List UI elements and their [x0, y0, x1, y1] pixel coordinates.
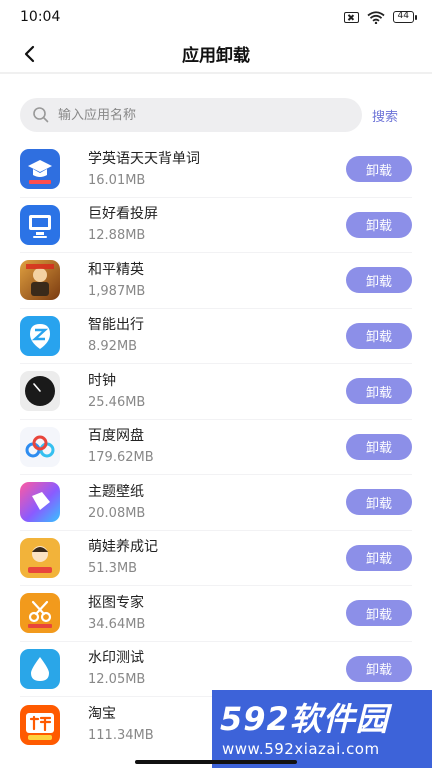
list-item: 时钟 25.46MB 卸载: [20, 364, 412, 420]
app-name: 和平精英: [88, 261, 144, 278]
app-size: 20.08MB: [88, 505, 146, 521]
search-input[interactable]: [58, 107, 318, 123]
taobao-logo-icon: [20, 704, 60, 745]
list-item: 学英语天天背单词 16.01MB 卸载: [20, 142, 412, 198]
status-bar: 10:04 44: [0, 0, 432, 34]
status-time: 10:04: [20, 9, 61, 25]
uninstall-button[interactable]: 卸载: [346, 211, 412, 238]
uninstall-button[interactable]: 卸载: [346, 322, 412, 349]
app-name: 主题壁纸: [88, 483, 144, 500]
game-character-icon: [20, 260, 60, 301]
uninstall-button[interactable]: 卸载: [346, 544, 412, 571]
app-size: 16.01MB: [88, 172, 146, 188]
search-box[interactable]: [20, 98, 362, 132]
app-size: 12.88MB: [88, 228, 146, 244]
cloud-icon: [20, 426, 60, 467]
uninstall-button[interactable]: 卸载: [346, 156, 412, 183]
screen-cast-icon: [20, 204, 60, 245]
page-title: 应用卸载: [182, 45, 250, 66]
home-indicator[interactable]: [135, 760, 297, 764]
app-name: 学英语天天背单词: [88, 150, 200, 167]
app-size: 179.62MB: [88, 450, 154, 466]
app-name: 抠图专家: [88, 594, 144, 611]
app-name: 水印测试: [88, 650, 144, 667]
app-size: 34.64MB: [88, 616, 146, 632]
list-item: 水印测试 12.05MB 卸载: [20, 642, 412, 697]
location-pin-icon: [20, 315, 60, 356]
water-drop-icon: [20, 648, 60, 689]
clock-icon: [20, 371, 60, 412]
uninstall-button[interactable]: 卸载: [346, 489, 412, 516]
app-name: 百度网盘: [88, 428, 144, 445]
list-item: 和平精英 1,987MB 卸载: [20, 253, 412, 309]
graduation-cap-icon: [20, 149, 60, 190]
app-size: 8.92MB: [88, 339, 138, 355]
no-sim-icon: [343, 11, 359, 23]
uninstall-button[interactable]: 卸载: [346, 655, 412, 682]
watermark-url: www.592xiazai.com: [222, 740, 380, 758]
scissors-icon: [20, 593, 60, 634]
cartoon-icon: [20, 537, 60, 578]
app-name: 萌娃养成记: [88, 539, 158, 556]
app-size: 12.05MB: [88, 672, 146, 688]
uninstall-button[interactable]: 卸载: [346, 433, 412, 460]
list-item: 智能出行 8.92MB 卸载: [20, 309, 412, 364]
app-size: 1,987MB: [88, 283, 146, 299]
list-item: 萌娃养成记 51.3MB 卸载: [20, 531, 412, 586]
status-icons: 44: [343, 10, 418, 24]
search-row: 搜索: [0, 74, 432, 142]
uninstall-button[interactable]: 卸载: [346, 600, 412, 627]
app-name: 智能出行: [88, 317, 144, 334]
search-icon: [33, 107, 49, 123]
page-header: 应用卸载: [0, 34, 432, 74]
brush-icon: [20, 482, 60, 523]
back-button[interactable]: [16, 40, 44, 68]
watermark: 592软件园 www.592xiazai.com: [212, 690, 432, 768]
app-name: 时钟: [88, 372, 116, 389]
wifi-icon: [366, 10, 385, 24]
chevron-left-icon: [24, 45, 35, 63]
list-item: 主题壁纸 20.08MB 卸载: [20, 475, 412, 531]
battery-indicator: 44: [392, 11, 418, 23]
app-list: 学英语天天背单词 16.01MB 卸载 巨好看投屏 12.88MB 卸载 和平精英 1…: [0, 142, 432, 753]
app-name: 巨好看投屏: [88, 206, 158, 223]
uninstall-button[interactable]: 卸载: [346, 378, 412, 405]
search-button[interactable]: 搜索: [372, 106, 398, 125]
list-item: 百度网盘 179.62MB 卸载: [20, 420, 412, 475]
uninstall-button[interactable]: 卸载: [346, 267, 412, 294]
list-item: 巨好看投屏 12.88MB 卸载: [20, 198, 412, 253]
app-size: 51.3MB: [88, 561, 138, 577]
app-size: 25.46MB: [88, 394, 146, 410]
watermark-logo-text: 592软件园: [220, 700, 389, 738]
list-item: 抠图专家 34.64MB 卸载: [20, 586, 412, 642]
